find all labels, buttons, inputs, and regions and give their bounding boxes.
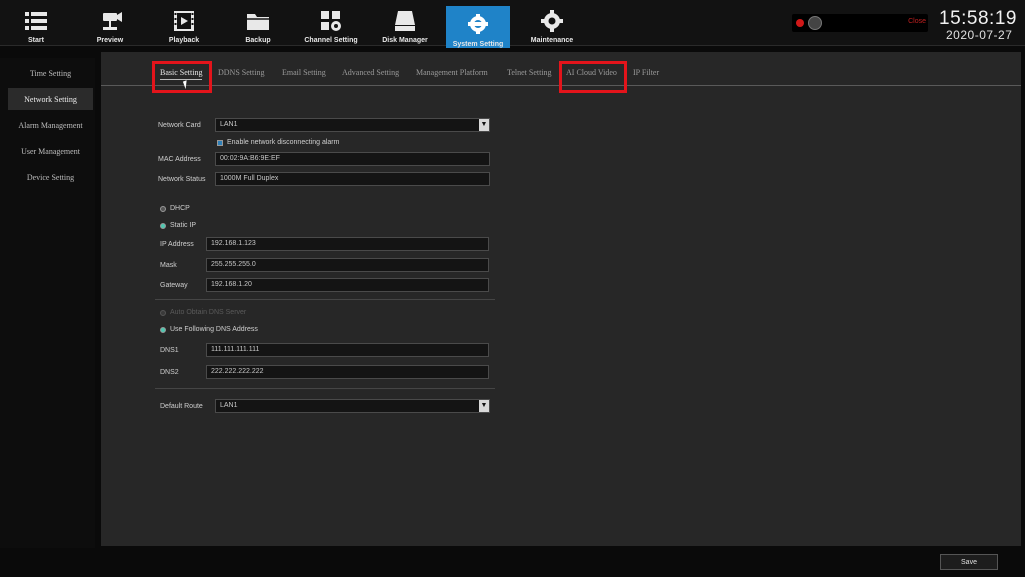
grid-menu-icon — [25, 12, 47, 30]
toolbar-maintenance-button[interactable]: Maintenance — [526, 4, 578, 44]
static-ip-radio[interactable] — [160, 223, 166, 229]
ip-address-input[interactable]: 192.168.1.123 — [206, 237, 489, 251]
toolbar-backup-label: Backup — [245, 37, 271, 44]
sidebar-item-device-setting[interactable]: Device Setting — [8, 166, 93, 188]
auto-dns-radio — [160, 310, 166, 316]
enable-alarm-label: Enable network disconnecting alarm — [227, 139, 340, 146]
top-toolbar: Start Preview Playback Backup Channel Se… — [0, 0, 1025, 48]
clock-time: 15:58:19 — [939, 8, 1017, 29]
system-gear-camera-icon — [468, 14, 488, 34]
mask-value: 255.255.255.0 — [211, 261, 256, 268]
hdd-status-icon — [808, 16, 822, 30]
dhcp-radio[interactable] — [160, 206, 166, 212]
mac-address-field: 00:02:9A:B6:9E:EF — [215, 152, 490, 166]
gear-icon — [541, 10, 563, 32]
settings-sidebar: Time Setting Network Setting Alarm Manag… — [0, 58, 95, 548]
dns2-value: 222.222.222.222 — [211, 368, 264, 375]
record-indicator-icon — [796, 19, 804, 27]
gateway-value: 192.168.1.20 — [211, 281, 252, 288]
dns1-label: DNS1 — [160, 347, 179, 354]
chevron-down-icon: ▼ — [479, 400, 489, 412]
static-ip-label: Static IP — [170, 222, 197, 229]
sidebar-item-alarm-management[interactable]: Alarm Management — [8, 114, 93, 136]
toolbar-system-setting-button[interactable]: System Setting — [446, 6, 510, 48]
toolbar-channel-setting-label: Channel Setting — [304, 37, 358, 44]
dns1-value: 111.111.111.111 — [211, 346, 260, 353]
toolbar-system-setting-label: System Setting — [452, 41, 504, 48]
ip-address-value: 192.168.1.123 — [211, 240, 256, 247]
dns1-input[interactable]: 111.111.111.111 — [206, 343, 489, 357]
auto-dns-label: Auto Obtain DNS Server — [170, 309, 247, 316]
toolbar-preview-button[interactable]: Preview — [88, 4, 132, 44]
section-divider — [155, 388, 495, 389]
toolbar-maintenance-label: Maintenance — [530, 37, 574, 44]
network-card-label: Network Card — [158, 122, 201, 129]
network-settings-panel: Basic Setting DDNS Setting Email Setting… — [101, 52, 1021, 546]
toolbar-channel-setting-button[interactable]: Channel Setting — [300, 4, 362, 44]
camera-icon — [103, 12, 122, 30]
toolbar-playback-button[interactable]: Playback — [162, 4, 206, 44]
default-route-value: LAN1 — [220, 402, 238, 409]
gateway-input[interactable]: 192.168.1.20 — [206, 278, 489, 292]
status-text: Close — [908, 18, 926, 25]
toolbar-playback-label: Playback — [168, 37, 200, 44]
tab-email-setting[interactable]: Email Setting — [282, 68, 326, 77]
folder-icon — [247, 14, 269, 30]
toolbar-start-label: Start — [28, 37, 44, 44]
dns2-label: DNS2 — [160, 369, 179, 376]
mask-input[interactable]: 255.255.255.0 — [206, 258, 489, 272]
channel-settings-icon — [321, 11, 341, 31]
dns2-input[interactable]: 222.222.222.222 — [206, 365, 489, 379]
highlight-box-basic-setting — [152, 61, 212, 93]
network-status-field: 1000M Full Duplex — [215, 172, 490, 186]
mac-address-value: 00:02:9A:B6:9E:EF — [220, 155, 280, 162]
following-dns-radio[interactable] — [160, 327, 166, 333]
mac-address-label: MAC Address — [158, 156, 201, 163]
network-card-value: LAN1 — [220, 121, 238, 128]
recording-status-area: Close — [792, 14, 928, 32]
clock-date: 2020-07-27 — [946, 28, 1013, 42]
tab-advanced-setting[interactable]: Advanced Setting — [342, 68, 399, 77]
following-dns-label: Use Following DNS Address — [170, 326, 258, 333]
section-divider — [155, 299, 495, 300]
ip-address-label: IP Address — [160, 241, 194, 248]
sidebar-item-user-management[interactable]: User Management — [8, 140, 93, 162]
sidebar-item-network-setting[interactable]: Network Setting — [8, 88, 93, 110]
toolbar-disk-manager-button[interactable]: Disk Manager — [378, 4, 432, 44]
film-play-icon — [174, 11, 194, 31]
network-status-label: Network Status — [158, 176, 206, 183]
mask-label: Mask — [160, 262, 177, 269]
network-card-select[interactable]: LAN1 ▼ — [215, 118, 490, 132]
gateway-label: Gateway — [160, 282, 188, 289]
tab-management-platform[interactable]: Management Platform — [416, 68, 488, 77]
toolbar-disk-manager-label: Disk Manager — [382, 37, 428, 44]
dhcp-label: DHCP — [170, 205, 190, 212]
tab-telnet-setting[interactable]: Telnet Setting — [507, 68, 552, 77]
default-route-label: Default Route — [160, 403, 203, 410]
default-route-select[interactable]: LAN1 ▼ — [215, 399, 490, 413]
enable-alarm-checkbox[interactable] — [217, 140, 223, 146]
save-button[interactable]: Save — [940, 554, 998, 570]
chevron-down-icon: ▼ — [479, 119, 489, 131]
tab-ip-filter[interactable]: IP Filter — [633, 68, 659, 77]
sidebar-item-time-setting[interactable]: Time Setting — [8, 62, 93, 84]
toolbar-backup-button[interactable]: Backup — [236, 4, 280, 44]
disk-icon — [395, 11, 415, 31]
highlight-box-ai-cloud-video — [559, 61, 627, 93]
toolbar-preview-label: Preview — [96, 37, 124, 44]
tab-ddns-setting[interactable]: DDNS Setting — [218, 68, 264, 77]
network-status-value: 1000M Full Duplex — [220, 175, 279, 182]
toolbar-start-button[interactable]: Start — [16, 4, 56, 44]
